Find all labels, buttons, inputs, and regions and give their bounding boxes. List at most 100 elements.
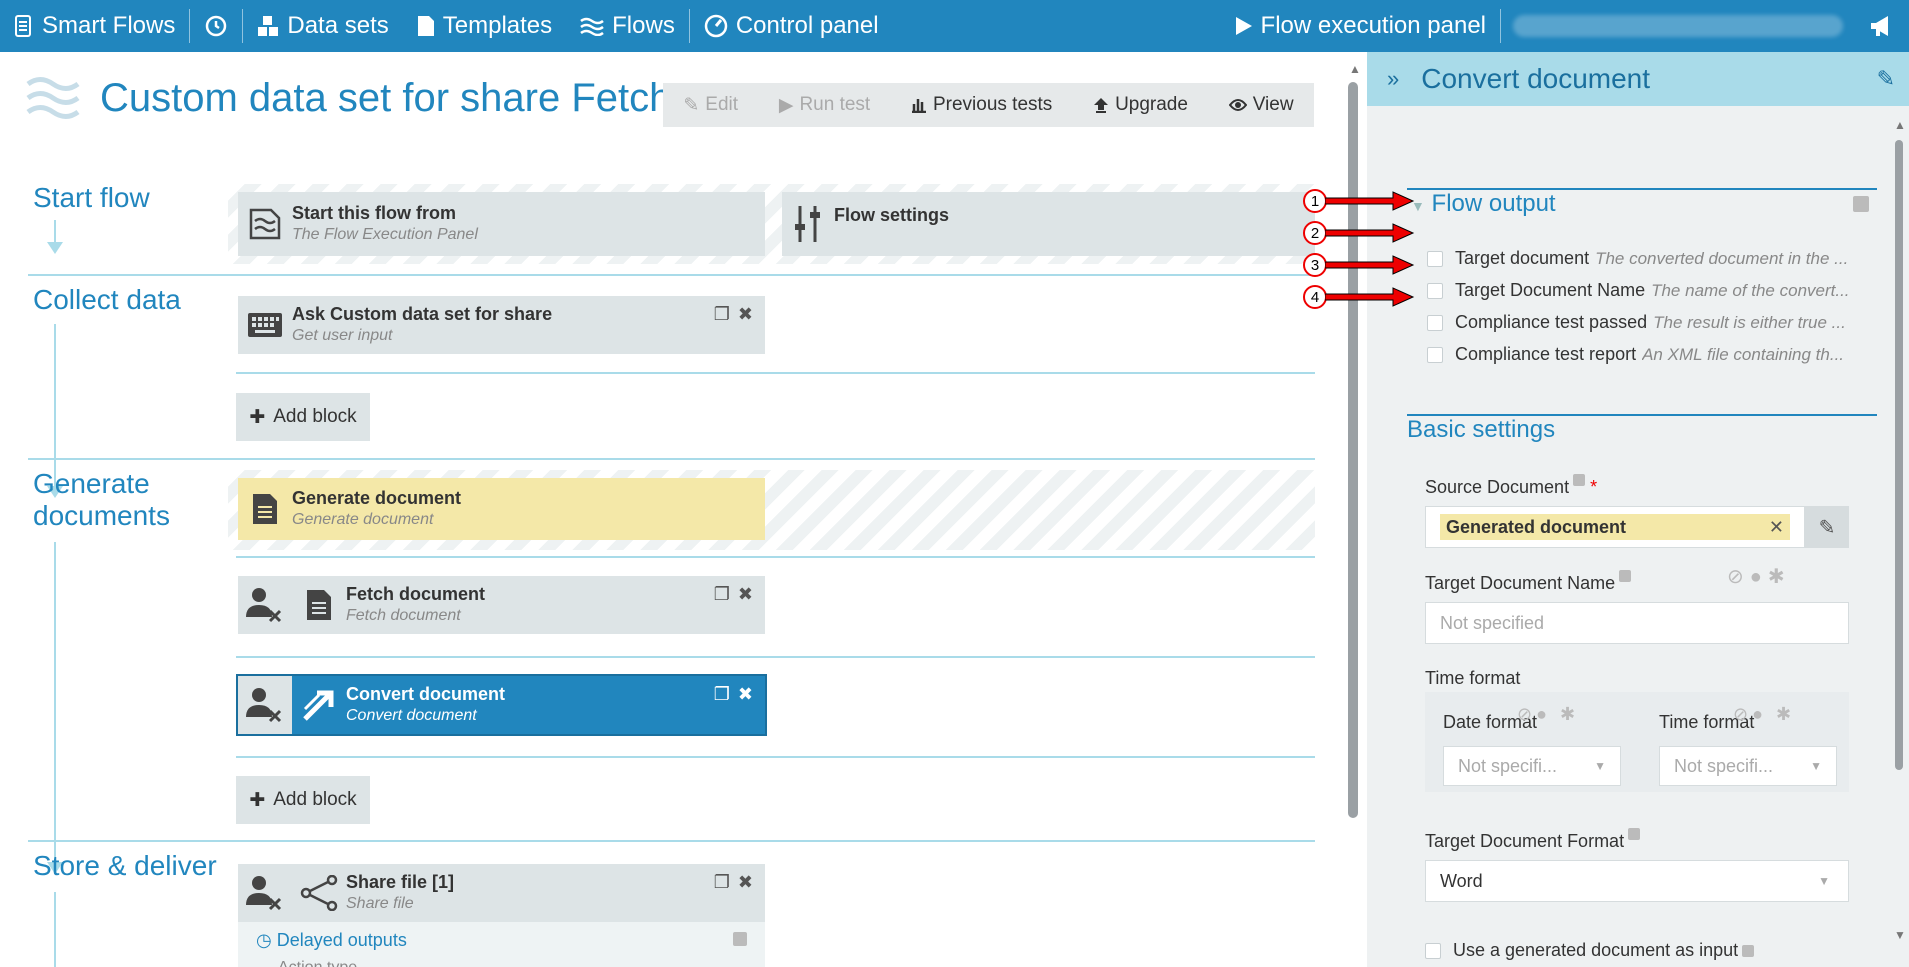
- copy-icon[interactable]: ❐: [714, 584, 730, 605]
- megaphone-icon: [1871, 16, 1888, 36]
- asterisk-icon[interactable]: ✱: [1776, 704, 1795, 724]
- info-icon[interactable]: [1619, 570, 1632, 582]
- target-name-placeholder: Not specified: [1440, 612, 1545, 633]
- panel-scroll-down-icon[interactable]: ▼: [1894, 928, 1906, 942]
- nav-history[interactable]: [190, 0, 242, 52]
- run-test-button[interactable]: ▶ Run test: [779, 94, 870, 117]
- previous-tests-button[interactable]: Previous tests: [911, 94, 1052, 116]
- top-navigation-bar: Smart Flows Data sets Templates Flows Co…: [0, 0, 1909, 52]
- scroll-up-icon[interactable]: ▲: [1349, 62, 1361, 76]
- use-generated-checkbox[interactable]: [1425, 942, 1441, 959]
- start-this-flow-block[interactable]: Start this flow from The Flow Execution P…: [238, 192, 765, 256]
- block-title: Flow settings: [834, 205, 950, 225]
- delayed-outputs-row[interactable]: ◷ Delayed outputs Action type: [238, 922, 765, 967]
- output-row[interactable]: Target document The converted document in…: [1427, 248, 1867, 269]
- nav-control-panel[interactable]: Control panel: [690, 0, 893, 52]
- waves-icon: [580, 17, 604, 36]
- close-icon[interactable]: ✖: [738, 872, 753, 893]
- close-icon[interactable]: ✖: [738, 584, 753, 605]
- output-checkbox[interactable]: [1427, 282, 1443, 299]
- date-format-select[interactable]: Not specifi... ▼: [1443, 746, 1621, 786]
- output-checkbox[interactable]: [1427, 346, 1443, 363]
- edit-button[interactable]: ✎ Edit: [683, 94, 738, 117]
- collapse-panel-icon[interactable]: »: [1387, 66, 1399, 92]
- info-icon[interactable]: [1573, 474, 1586, 486]
- field-mode-icons[interactable]: ⊘●✱: [1727, 564, 1791, 589]
- annotation-callout: 2: [1303, 221, 1327, 245]
- users-icon[interactable]: ●: [1752, 704, 1767, 724]
- users-icon[interactable]: ●: [1536, 704, 1551, 724]
- info-icon[interactable]: [1742, 944, 1755, 957]
- copy-icon[interactable]: ❐: [714, 304, 730, 325]
- edit-source-button[interactable]: ✎: [1805, 506, 1849, 548]
- target-document-name-input[interactable]: Not specified: [1425, 602, 1849, 644]
- generate-document-block[interactable]: Generate document Generate document: [238, 478, 765, 540]
- section-store-deliver: [28, 840, 1315, 842]
- info-icon[interactable]: [1628, 828, 1641, 840]
- nav-flows[interactable]: Flows: [566, 0, 689, 52]
- nav-data-sets[interactable]: Data sets: [243, 0, 402, 52]
- close-icon[interactable]: ✖: [738, 684, 753, 705]
- panel-scroll-up-icon[interactable]: ▲: [1894, 118, 1906, 132]
- close-icon[interactable]: ✖: [738, 304, 753, 325]
- nav-separator: [1500, 9, 1501, 43]
- upgrade-label: Upgrade: [1115, 94, 1188, 115]
- expression-icon[interactable]: ⊘: [1517, 704, 1536, 724]
- output-row[interactable]: Target Document Name The name of the conv…: [1427, 280, 1867, 301]
- expression-icon[interactable]: ⊘: [1733, 704, 1752, 724]
- flow-output-title[interactable]: ▼ Flow output: [1411, 190, 1556, 218]
- add-block-button[interactable]: ✚ Add block: [236, 393, 370, 441]
- user-menu-blurred[interactable]: [1513, 15, 1843, 37]
- time-format-select[interactable]: Not specifi... ▼: [1659, 746, 1837, 786]
- selected-source-chip[interactable]: Generated document ✕: [1440, 514, 1790, 540]
- flow-settings-block[interactable]: Flow settings: [782, 192, 1315, 256]
- block-subtitle: Get user input: [292, 327, 393, 344]
- output-checkbox[interactable]: [1427, 250, 1443, 267]
- block-subtitle: Share file: [346, 895, 414, 912]
- output-checkbox[interactable]: [1427, 314, 1443, 331]
- section-title-generate-documents: Generate documents: [33, 468, 170, 531]
- panel-scrollbar-thumb[interactable]: [1895, 140, 1903, 770]
- flow-canvas: Custom data set for share Fetch ✎ Edit ▶ R…: [0, 52, 1347, 967]
- nav-data-sets-label: Data sets: [287, 12, 389, 39]
- output-row[interactable]: Compliance test report An XML file contai…: [1427, 344, 1867, 365]
- output-row[interactable]: Compliance test passed The result is eith…: [1427, 312, 1867, 333]
- remove-chip-icon[interactable]: ✕: [1769, 517, 1784, 538]
- share-file-block[interactable]: Share file [1] Share file ❐ ✖: [238, 864, 765, 922]
- ask-custom-data-block[interactable]: Ask Custom data set for share Get user in…: [238, 296, 765, 354]
- nav-flow-execution-panel[interactable]: Flow execution panel: [1221, 0, 1500, 52]
- info-icon[interactable]: [1853, 196, 1869, 212]
- asterisk-icon[interactable]: ✱: [1560, 704, 1579, 724]
- use-generated-row[interactable]: Use a generated document as input: [1425, 940, 1755, 961]
- upgrade-button[interactable]: Upgrade: [1093, 94, 1188, 116]
- page-header: Custom data set for share Fetch: [26, 74, 671, 122]
- view-button[interactable]: View: [1228, 94, 1294, 116]
- nav-smart-flows[interactable]: Smart Flows: [0, 0, 189, 52]
- output-name: Target Document Name: [1455, 280, 1646, 300]
- source-document-field[interactable]: Generated document ✕: [1425, 506, 1805, 548]
- keyboard-icon: [238, 312, 292, 338]
- asterisk-icon[interactable]: ✱: [1768, 566, 1791, 588]
- block-title: Start this flow from: [292, 203, 457, 223]
- time-format-mode-icons[interactable]: ⊘● ✱: [1733, 704, 1795, 725]
- expression-icon[interactable]: ⊘: [1727, 566, 1750, 588]
- chevron-down-icon: ▼: [1810, 759, 1822, 773]
- nav-announcements[interactable]: [1855, 0, 1909, 52]
- user-icon[interactable]: ●: [1750, 566, 1768, 588]
- target-document-format-select[interactable]: Word ▼: [1425, 860, 1849, 902]
- block-subtitle: Fetch document: [346, 607, 461, 624]
- section-title-store-deliver: Store & deliver: [33, 850, 217, 881]
- copy-icon[interactable]: ❐: [714, 872, 730, 893]
- delayed-outputs-label: Delayed outputs: [276, 930, 407, 950]
- copy-icon[interactable]: ❐: [714, 684, 730, 705]
- convert-document-block-selected[interactable]: Convert document Convert document ❐ ✖: [236, 674, 767, 736]
- add-block-button[interactable]: ✚ Add block: [236, 776, 370, 824]
- add-block-label: Add block: [273, 406, 357, 427]
- edit-pencil-icon[interactable]: ✎: [1877, 66, 1895, 92]
- date-format-mode-icons[interactable]: ⊘● ✱: [1517, 704, 1579, 725]
- info-icon[interactable]: [733, 932, 747, 946]
- nav-templates[interactable]: Templates: [403, 0, 566, 52]
- fetch-document-block[interactable]: Fetch document Fetch document ❐ ✖: [238, 576, 765, 634]
- nav-flow-execution-label: Flow execution panel: [1260, 12, 1486, 39]
- source-document-label-text: Source Document: [1425, 477, 1570, 497]
